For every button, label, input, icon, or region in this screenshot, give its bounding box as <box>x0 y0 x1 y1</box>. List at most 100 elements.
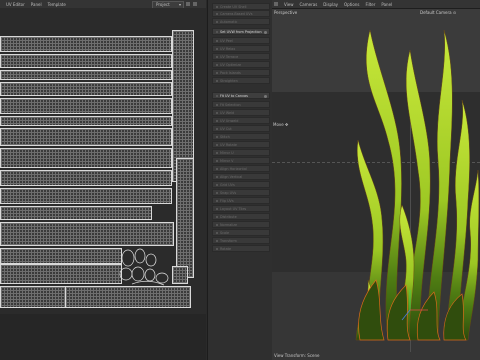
move-tool-label[interactable]: Move ✥ <box>273 122 288 127</box>
uv-tool-item[interactable]: Distribute <box>212 213 270 220</box>
perspective-label[interactable]: Perspective <box>274 10 297 15</box>
uv-tool-label: Distribute <box>220 215 237 219</box>
uv-shell <box>0 70 172 80</box>
tool-icon <box>216 104 218 106</box>
uv-tool-item[interactable]: UV Cut <box>212 125 270 132</box>
uv-tool-item[interactable]: Camera-Based UVs <box>212 10 270 17</box>
uv-tool-label: Camera-Based UVs <box>220 12 253 16</box>
uv-shell <box>0 222 174 246</box>
uv-tool-item[interactable]: UV Weld <box>212 109 270 116</box>
menu-options[interactable]: Options <box>344 2 359 7</box>
uv-tool-item[interactable]: Stitch <box>212 133 270 140</box>
uv-tool-label: UV Unweld <box>220 119 239 123</box>
options-icon[interactable] <box>264 31 267 34</box>
uv-tool-label: UV Optimize <box>220 63 242 67</box>
menu-panel[interactable]: Panel <box>381 2 392 7</box>
viewport-icon[interactable] <box>274 2 278 6</box>
uv-tool-item[interactable]: Fit UV to Canvas <box>212 92 270 99</box>
uv-shell <box>0 170 172 186</box>
tool-icon <box>216 40 218 42</box>
menu-cameras[interactable]: Cameras <box>300 2 318 7</box>
uv-shell <box>0 82 172 96</box>
3d-viewport[interactable]: View Cameras Display Options Filter Pane… <box>272 0 480 360</box>
uv-tool-item[interactable]: Align Vertical <box>212 173 270 180</box>
tool-icon <box>216 112 218 114</box>
uv-tools-panel: Create UV Shell Camera-Based UVs Automatic… <box>207 0 273 360</box>
uv-canvas-empty-area <box>0 314 206 360</box>
uv-tool-label: Rotate <box>220 247 232 251</box>
uv-shell <box>0 286 66 308</box>
uv-shell <box>0 54 172 68</box>
uv-tool-item[interactable]: Layout UV Tiles <box>212 205 270 212</box>
frame-icon[interactable] <box>193 2 197 6</box>
uv-tool-label: Create UV Shell <box>220 5 247 9</box>
uv-shell <box>0 128 172 146</box>
menu-display[interactable]: Display <box>323 2 338 7</box>
tool-icon <box>216 128 218 130</box>
uv-canvas[interactable] <box>0 8 206 360</box>
menu-uv-editor[interactable]: UV Editor <box>6 2 25 7</box>
tool-icon <box>216 95 218 97</box>
uv-tool-label: UV Cut <box>220 127 232 131</box>
uv-tool-label: Normalize <box>220 223 238 227</box>
lock-icon[interactable] <box>186 2 190 6</box>
menu-view[interactable]: View <box>284 2 294 7</box>
uv-shell <box>0 98 172 114</box>
uv-tool-item[interactable]: Automatic <box>212 18 270 25</box>
uv-tool-item[interactable]: UV Unweld <box>212 117 270 124</box>
uv-tool-label: UV Weld <box>220 111 235 115</box>
uv-shell <box>0 264 122 284</box>
uv-shell <box>0 148 172 168</box>
uv-tool-item[interactable]: Pack Islands <box>212 69 270 76</box>
uv-tool-item[interactable]: Mirror V <box>212 157 270 164</box>
uv-tool-item[interactable]: Set UVW from Projection <box>212 28 270 35</box>
uv-tool-item[interactable]: Create UV Shell <box>212 3 270 10</box>
uv-shell <box>176 158 194 278</box>
grass-model[interactable] <box>348 10 480 350</box>
uv-shell <box>0 36 172 52</box>
tool-icon <box>216 240 218 242</box>
tool-icon <box>216 31 218 33</box>
uv-tool-label: Automatic <box>220 20 238 24</box>
tool-icon <box>216 192 218 194</box>
tool-icon <box>216 120 218 122</box>
move-label: Move <box>273 122 284 127</box>
uv-tool-item[interactable]: UV Relax <box>212 45 270 52</box>
uv-tool-item[interactable]: UV Optimize <box>212 61 270 68</box>
tool-icon <box>216 160 218 162</box>
uv-tool-item[interactable]: Grid UVs <box>212 181 270 188</box>
uv-tool-item[interactable]: Align Horizontal <box>212 165 270 172</box>
uv-tool-item[interactable]: UV Terrace <box>212 53 270 60</box>
uv-tool-label: Straighten <box>220 79 238 83</box>
uv-tool-item[interactable]: Snap UVs <box>212 189 270 196</box>
tool-icon <box>216 232 218 234</box>
uv-tool-label: Scale <box>220 231 230 235</box>
uv-tool-item[interactable]: Mirror U <box>212 149 270 156</box>
options-icon[interactable] <box>264 95 267 98</box>
move-icon: ✥ <box>285 122 289 127</box>
uv-tool-label: UV Relax <box>220 47 236 51</box>
uv-tool-label: Align Vertical <box>220 175 243 179</box>
menu-template[interactable]: Template <box>48 2 66 7</box>
uv-tool-item[interactable]: Transform <box>212 237 270 244</box>
tool-icon <box>216 48 218 50</box>
uv-tool-item[interactable]: UV Peel <box>212 37 270 44</box>
uv-tool-item[interactable]: Flip UVs <box>212 197 270 204</box>
menu-filter[interactable]: Filter <box>365 2 375 7</box>
uv-tool-item[interactable]: Fit Selection <box>212 101 270 108</box>
tool-icon <box>216 13 218 15</box>
uv-shell <box>0 116 172 126</box>
uv-tool-item[interactable]: Normalize <box>212 221 270 228</box>
uv-tool-item[interactable]: Scale <box>212 229 270 236</box>
uv-shell <box>0 248 122 264</box>
uv-tool-label: Mirror U <box>220 151 234 155</box>
uv-tool-label: UV Rotate <box>220 143 237 147</box>
uv-tool-item[interactable]: Straighten <box>212 77 270 84</box>
uv-tool-item[interactable]: Rotate <box>212 245 270 252</box>
tool-icon <box>216 152 218 154</box>
menu-panel[interactable]: Panel <box>31 2 42 7</box>
uv-tool-label: Mirror V <box>220 159 234 163</box>
uv-tool-item[interactable]: UV Rotate <box>212 141 270 148</box>
tool-icon <box>216 21 218 23</box>
uv-leaf-shells <box>119 248 169 286</box>
